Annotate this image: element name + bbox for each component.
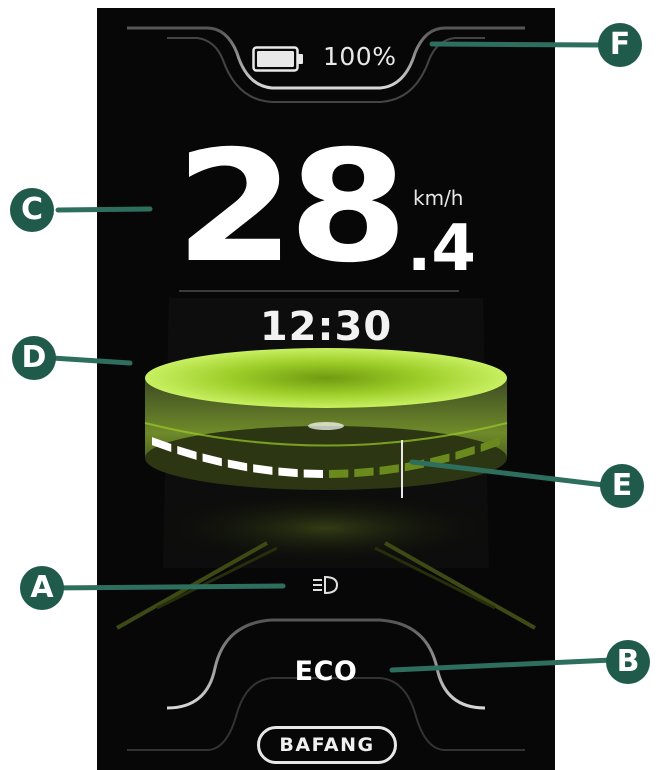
callout-b: B [606, 640, 650, 684]
callout-line-b [389, 657, 615, 673]
callout-line-c [55, 206, 153, 213]
callout-lines [45, 41, 615, 673]
callout-line-a [45, 583, 286, 591]
callout-line-e [409, 459, 615, 489]
callout-line-f [429, 41, 603, 48]
callout-d: D [12, 336, 56, 380]
callout-e: E [600, 464, 644, 508]
callout-a: A [20, 566, 64, 610]
callout-c: C [10, 188, 54, 232]
callout-line-d [49, 355, 133, 366]
callout-f: F [598, 23, 642, 67]
